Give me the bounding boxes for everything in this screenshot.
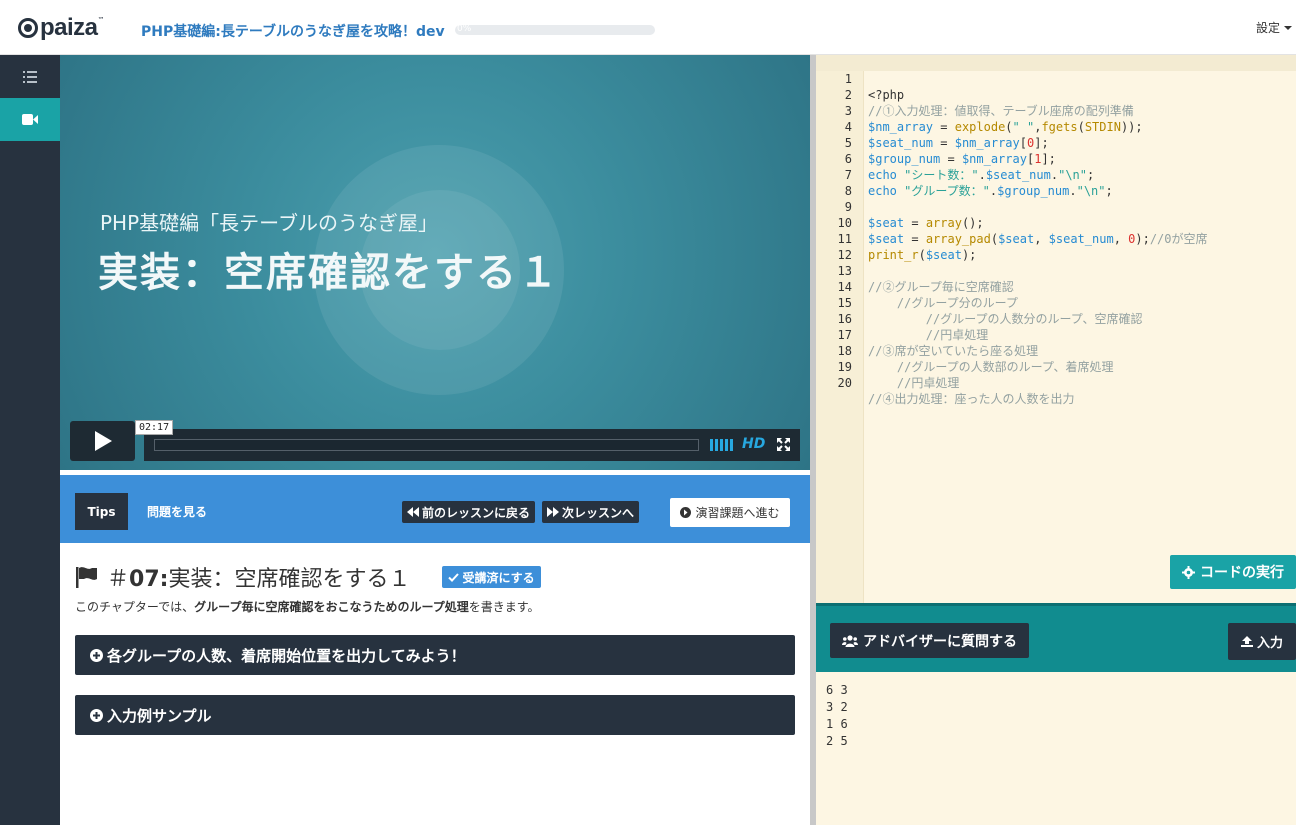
video-camera-icon xyxy=(22,114,38,125)
fullscreen-icon[interactable] xyxy=(777,438,790,451)
input-line: 6 3 xyxy=(826,683,848,697)
input-line: 1 6 xyxy=(826,717,848,731)
ask-advisor-label: アドバイザーに質問する xyxy=(863,633,1017,650)
sidebar-item-list[interactable] xyxy=(0,55,60,98)
list-icon xyxy=(23,70,37,83)
forward-icon xyxy=(547,507,559,517)
code-line: 11 print_r($seat); xyxy=(816,215,1296,262)
io-toolbar: アドバイザーに質問する 入力 xyxy=(816,603,1296,672)
sidebar-item-video[interactable] xyxy=(0,98,60,141)
next-lesson-button[interactable]: 次レッスンへ xyxy=(542,501,640,523)
code-line: 7 echo "グループ数：".$group_num."\n"; xyxy=(816,151,1296,198)
top-header: paiza ™ PHP基礎編:長テーブルのうなぎ屋を攻略！dev 0% 設定 xyxy=(0,0,1296,55)
chevron-down-icon xyxy=(1284,25,1292,30)
settings-label: 設定 xyxy=(1255,21,1280,35)
video-control-bar: HD xyxy=(144,429,800,461)
mark-complete-button[interactable]: 受講済にする xyxy=(442,566,541,588)
code-line: 9 $seat = array(); xyxy=(816,183,1296,230)
tab-problem[interactable]: 問題を見る xyxy=(147,503,207,520)
code-line: 5 $group_num = $nm_array[1]; xyxy=(816,119,1296,166)
code-line: 1 <?php xyxy=(816,55,1296,102)
users-icon xyxy=(842,634,858,647)
exercise-label: 演習課題へ進む xyxy=(695,506,780,520)
next-lesson-label: 次レッスンへ xyxy=(562,505,635,520)
upload-icon xyxy=(1240,636,1253,647)
plus-circle-icon xyxy=(90,648,103,662)
code-line: 6 echo "シート数：".$seat_num."\n"; xyxy=(816,135,1296,182)
lesson-content: ＃07: 実装：空席確認をする１ 受講済にする このチャプターでは、グループ毎に… xyxy=(60,543,810,825)
accordion-group-output-label: 各グループの人数、着席開始位置を出力してみよう！ xyxy=(107,646,466,665)
left-sidebar xyxy=(0,55,60,825)
accordion-group-output[interactable]: 各グループの人数、着席開始位置を出力してみよう！ xyxy=(75,635,795,675)
code-line: 8 xyxy=(816,167,1296,198)
code-line: 13 //②グループ毎に空席確認 xyxy=(816,247,1296,294)
code-line: 3 $nm_array = explode(" ",fgets(STDIN)); xyxy=(816,87,1296,134)
input-tab-label: 入力 xyxy=(1256,636,1283,651)
input-tab-button[interactable]: 入力 xyxy=(1228,623,1296,660)
code-line: 15 //グループの人数分のループ、空席確認 xyxy=(816,279,1296,326)
lesson-tab-bar: Tips 問題を見る 前のレッスンに戻る 次レッスンへ 演習課題へ進む xyxy=(60,475,810,543)
code-line: 4 $seat_num = $nm_array[0]; xyxy=(816,103,1296,150)
code-comment: //④出力処理：座った人の人数を出力 xyxy=(868,392,1075,406)
code-line: 19 //円卓処理 xyxy=(816,343,1296,390)
play-icon xyxy=(94,431,112,451)
hd-toggle[interactable]: HD xyxy=(742,436,765,452)
gear-icon xyxy=(1182,565,1195,579)
course-title-link[interactable]: PHP基礎編:長テーブルのうなぎ屋を攻略！dev xyxy=(141,21,445,41)
progress-label: 0% xyxy=(457,24,472,34)
code-line: 18 //グループの人数部のループ、着席処理 xyxy=(816,327,1296,374)
code-line: 16 //円卓処理 xyxy=(816,295,1296,342)
code-comment: //円卓処理 xyxy=(868,376,960,390)
ask-advisor-button[interactable]: アドバイザーに質問する xyxy=(830,623,1029,658)
previous-lesson-label: 前のレッスンに戻る xyxy=(422,505,531,520)
check-icon xyxy=(448,572,460,582)
tab-tips[interactable]: Tips xyxy=(75,493,128,530)
input-line: 3 2 xyxy=(826,700,848,714)
run-code-button[interactable]: コードの実行 xyxy=(1170,555,1296,589)
lesson-number-value: 07: xyxy=(129,567,169,592)
flag-icon xyxy=(76,567,97,588)
code-line: 14 //グループ分のループ xyxy=(816,263,1296,310)
logo-text: paiza xyxy=(40,14,98,41)
video-player[interactable]: PHP基礎編「長テーブルのうなぎ屋」 実装：空席確認をする１ HD 02:17 xyxy=(60,55,810,470)
lesson-desc-pre: このチャプターでは、 xyxy=(75,600,195,614)
lesson-title: 実装：空席確認をする１ xyxy=(168,567,411,592)
code-line: 20 //④出力処理：座った人の人数を出力 xyxy=(816,359,1296,406)
video-subtitle: PHP基礎編「長テーブルのうなぎ屋」 xyxy=(100,211,438,235)
seek-time-tooltip: 02:17 xyxy=(135,420,174,435)
plus-circle-icon xyxy=(90,708,103,722)
lesson-desc-post: を書きます。 xyxy=(468,600,540,614)
settings-menu[interactable]: 設定 xyxy=(1256,19,1292,36)
video-seek-bar[interactable] xyxy=(154,439,699,451)
paiza-logo[interactable]: paiza ™ xyxy=(18,14,114,42)
line-number: 20 xyxy=(837,376,852,390)
code-line: 17 //③席が空いていたら座る処理 xyxy=(816,311,1296,358)
code-editor[interactable]: 1 <?php 2 //①入力処理：値取得、テーブル座席の配列準備 3 $nm_… xyxy=(816,55,1296,603)
logo-trademark: ™ xyxy=(97,16,105,24)
mark-complete-label: 受講済にする xyxy=(462,570,535,585)
volume-icon[interactable] xyxy=(710,439,733,451)
run-code-label: コードの実行 xyxy=(1200,565,1284,581)
code-line: 10 $seat = array_pad($seat, $seat_num, 0… xyxy=(816,199,1296,246)
lesson-description: このチャプターでは、グループ毎に空席確認をおこなうためのループ処理を書きます。 xyxy=(75,598,540,615)
lesson-desc-bold: グループ毎に空席確認をおこなうためのループ処理 xyxy=(194,600,469,614)
code-line: 12 xyxy=(816,231,1296,262)
play-button[interactable] xyxy=(70,421,135,461)
arrow-circle-right-icon xyxy=(680,507,692,518)
lesson-number: ＃07: xyxy=(107,561,168,593)
input-line: 2 5 xyxy=(826,734,848,748)
accordion-input-sample[interactable]: 入力例サンプル xyxy=(75,695,795,735)
course-progress-bar xyxy=(455,25,655,35)
lesson-number-prefix: ＃ xyxy=(107,567,130,592)
lesson-heading: ＃07: 実装：空席確認をする１ 受講済にする xyxy=(75,561,541,593)
exercise-button[interactable]: 演習課題へ進む xyxy=(670,498,790,527)
paiza-logo-icon xyxy=(18,18,38,38)
accordion-input-sample-label: 入力例サンプル xyxy=(107,706,212,725)
previous-lesson-button[interactable]: 前のレッスンに戻る xyxy=(402,501,536,523)
video-title: 実装：空席確認をする１ xyxy=(98,250,560,296)
input-textarea[interactable]: 6 3 3 2 1 6 2 5 xyxy=(816,672,1296,825)
backward-icon xyxy=(407,507,419,517)
code-line: 2 //①入力処理：値取得、テーブル座席の配列準備 xyxy=(816,71,1296,118)
